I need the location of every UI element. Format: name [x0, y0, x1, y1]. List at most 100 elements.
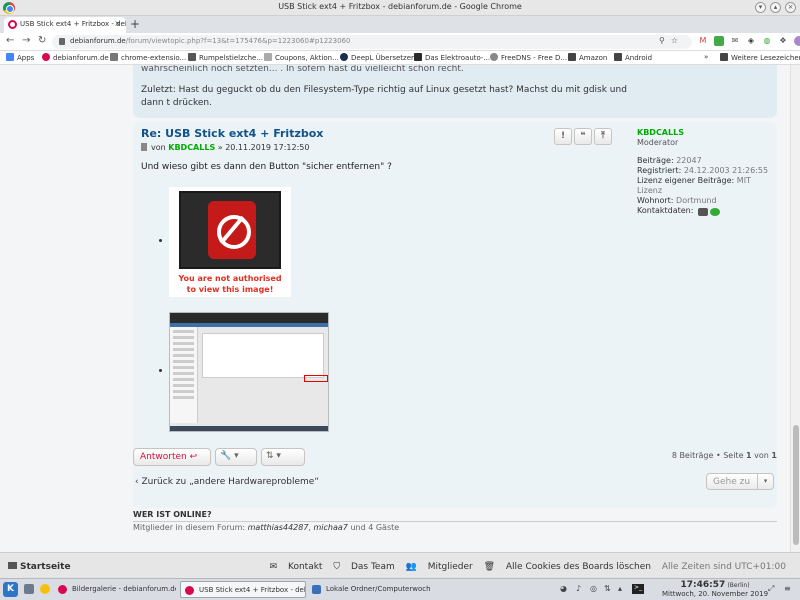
team-link[interactable]: ⛉ Das Team: [333, 562, 394, 572]
debian-favicon-icon: [8, 20, 17, 29]
extension-mail-icon[interactable]: ✉: [730, 36, 740, 46]
page-scrollbar[interactable]: [790, 65, 800, 552]
bookmark-deepl[interactable]: DeepL Übersetzer: [340, 53, 414, 62]
taskbar-task[interactable]: Bildergalerie - debianforum.de - ...: [54, 581, 176, 598]
bookmark-freedns[interactable]: FreeDNS - Free D...: [490, 53, 567, 62]
post-buttons: ! ❝ ⤒: [554, 128, 612, 145]
new-tab-button[interactable]: +: [130, 17, 140, 31]
gmail-extension-icon[interactable]: M: [698, 36, 708, 46]
start-menu-button[interactable]: K: [3, 582, 18, 597]
rumpelstielzchen-icon: [188, 53, 196, 61]
post-icon[interactable]: [141, 143, 147, 151]
timezone-info: Alle Zeiten sind UTC+01:00: [661, 562, 786, 572]
tray-updates-icon[interactable]: ◎: [590, 584, 597, 593]
pagination: 8 Beiträge • Seite 1 von 1: [671, 451, 777, 460]
window-title: USB Stick ext4 + Fritzbox - debianforum.…: [278, 2, 522, 11]
avatar[interactable]: [794, 36, 800, 46]
top-button[interactable]: ⤒: [594, 128, 612, 145]
jump-to-dropdown[interactable]: Gehe zu ▾: [706, 473, 774, 490]
contact-link[interactable]: ✉ Kontakt: [270, 562, 323, 572]
footer-links: ✉ Kontakt ⛉ Das Team 👥 Mitglieder 🗑 Alle…: [262, 562, 786, 572]
bookmark-star-icon[interactable]: ☆: [671, 36, 684, 45]
url-path: /forum/viewtopic.php?f=13&t=175476&p=122…: [125, 37, 351, 45]
report-button[interactable]: !: [554, 128, 572, 145]
extension-puzzle-icon[interactable]: ❖: [778, 36, 788, 46]
chrome-icon: [185, 586, 194, 595]
image-warning: You are not authorised to view this imag…: [178, 274, 282, 294]
home-link[interactable]: Startseite: [8, 562, 71, 572]
elektroauto-icon: [414, 53, 422, 61]
clock-date: Mittwoch, 20. November 2019: [662, 590, 769, 598]
online-user[interactable]: michaa7: [314, 523, 348, 532]
online-user[interactable]: matthias44287: [248, 523, 309, 532]
scrollbar-thumb[interactable]: [793, 425, 799, 545]
chevron-left-icon: ‹: [135, 477, 139, 487]
android-extension-icon[interactable]: ◍: [762, 36, 772, 46]
tray-menu-icon[interactable]: ≡: [784, 584, 791, 593]
lock-icon: [59, 38, 65, 45]
tools-dropdown[interactable]: 🔧 ▾: [215, 448, 257, 466]
minimize-icon[interactable]: ▾: [755, 2, 766, 13]
taskbar-task[interactable]: Lokale Ordner/Computerwoche ...: [308, 581, 430, 598]
tray-audio-icon[interactable]: ♪: [576, 584, 581, 593]
folder-icon: [568, 53, 576, 61]
tray-expand-icon[interactable]: ▴: [618, 584, 622, 593]
reload-icon[interactable]: ↻: [38, 35, 46, 46]
reply-icon: ↩: [189, 452, 198, 462]
bookmark-amazon[interactable]: Amazon: [568, 53, 607, 62]
not-authorised-image[interactable]: You are not authorised to view this imag…: [169, 187, 291, 297]
extension-green-icon[interactable]: [714, 36, 724, 46]
bookmark-chrome-extension[interactable]: chrome-extensio...: [110, 53, 186, 62]
post-by: von: [151, 143, 166, 152]
sort-dropdown[interactable]: ⇅ ▾: [261, 448, 305, 466]
chrome-launcher-icon[interactable]: [40, 584, 50, 594]
extension-icon: [110, 53, 118, 61]
profile-posts[interactable]: 22047: [676, 156, 701, 165]
fritzbox-screenshot-image[interactable]: [169, 312, 329, 432]
quote-button[interactable]: ❝: [574, 128, 592, 145]
terminal-icon[interactable]: >_: [632, 584, 644, 594]
other-bookmarks[interactable]: Weitere Lesezeichen: [720, 53, 800, 62]
pm-icon[interactable]: [697, 208, 708, 216]
zoom-icon[interactable]: ⚲: [659, 36, 671, 45]
profile-registered: 24.12.2003 21:26:55: [683, 166, 769, 175]
bookmark-apps[interactable]: Apps: [6, 53, 34, 62]
total-pages: 1: [771, 451, 777, 460]
maximize-icon[interactable]: ▴: [770, 2, 781, 13]
forward-icon[interactable]: →: [22, 35, 30, 46]
who-is-online-text: Mitglieder in diesem Forum: matthias4428…: [133, 523, 400, 532]
tray-network-icon[interactable]: ⇅: [604, 584, 611, 593]
desktop-icon[interactable]: [24, 584, 34, 594]
url-domain: debianforum.de: [70, 37, 126, 45]
bookmark-elektroauto[interactable]: Das Elektroauto-...: [414, 53, 490, 62]
icq-icon[interactable]: [709, 208, 720, 216]
show-desktop-icon[interactable]: ⤢: [768, 584, 774, 594]
clock[interactable]: 17:46:57 (Berlin) Mittwoch, 20. November…: [662, 581, 768, 599]
post-author[interactable]: KBDCALLS: [168, 143, 215, 152]
bookmark-rumpelstielzchen[interactable]: Rumpelstielzche...: [188, 53, 263, 62]
bookmarks-overflow-icon[interactable]: »: [704, 53, 708, 61]
home-icon: [8, 562, 17, 569]
shield-extension-icon[interactable]: ◈: [746, 36, 756, 46]
post-title[interactable]: Re: USB Stick ext4 + Fritzbox: [141, 127, 323, 140]
chrome-icon: [58, 585, 67, 594]
profile-username[interactable]: KBDCALLS: [637, 128, 777, 138]
bookmark-debianforum[interactable]: debianforum.de: [42, 53, 109, 62]
bookmark-coupons[interactable]: Coupons, Aktion...: [264, 53, 339, 62]
bookmark-android[interactable]: Android: [614, 53, 652, 62]
reply-button[interactable]: Antworten ↩: [133, 448, 211, 466]
address-bar[interactable]: debianforum.de/forum/viewtopic.php?f=13&…: [52, 35, 692, 49]
tray-app-icon[interactable]: ◕: [560, 584, 567, 593]
tab-active[interactable]: USB Stick ext4 + Fritzbox - deb ×: [4, 17, 126, 33]
address-actions: ⚲☆: [659, 36, 684, 45]
back-to-forum-link[interactable]: ‹ Zurück zu „andere Hardwareprobleme“: [135, 477, 319, 487]
members-link[interactable]: 👥 Mitglieder: [406, 562, 473, 572]
taskbar: K Bildergalerie - debianforum.de - ... U…: [0, 578, 800, 600]
tab-close-icon[interactable]: ×: [114, 19, 121, 28]
back-icon[interactable]: ←: [6, 35, 14, 46]
globe-icon: [264, 53, 272, 61]
who-is-online-heading: WER IST ONLINE?: [133, 510, 777, 522]
close-icon[interactable]: ×: [785, 2, 796, 13]
delete-cookies-link[interactable]: 🗑 Alle Cookies des Boards löschen: [484, 562, 651, 572]
taskbar-task-active[interactable]: USB Stick ext4 + Fritzbox - debianf...: [180, 581, 306, 598]
